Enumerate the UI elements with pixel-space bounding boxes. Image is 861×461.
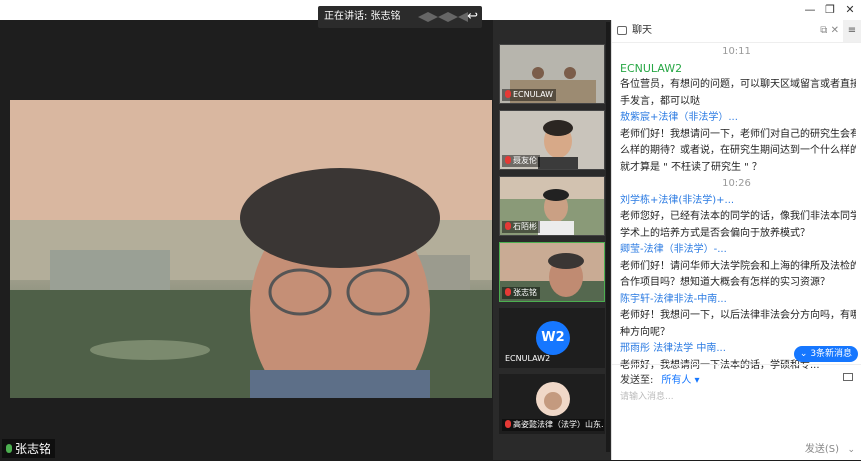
thumb-gao[interactable]: 高姿懿法律（法学）山东... [499, 374, 605, 434]
speaker-video [10, 100, 492, 398]
chat-message-text: 老师好！我想问一下，以后法律非法会分方向吗，有哪儿 [620, 310, 856, 321]
mic-icon [6, 444, 12, 453]
thumb-zhang[interactable]: 张志铭 [499, 242, 605, 302]
speaking-label: 正在讲话: 张志铭 [324, 11, 401, 22]
chat-sender[interactable]: 刘学栋+法律(非法学)+... [620, 193, 856, 209]
chat-sender: ECNULAW2 [620, 61, 683, 75]
thumb-ecnulaw2[interactable]: W2 ECNULAW2 [499, 308, 605, 368]
close-chat-icon[interactable]: ✕ [831, 25, 839, 36]
video-scene [10, 100, 492, 398]
close-button[interactable]: ✕ [840, 0, 860, 20]
chat-sender[interactable]: 敖紫宸+法律（非法学）... [620, 110, 856, 126]
send-to-label: 发送至: [620, 375, 654, 386]
participant-thumbnails: ECNULAW 聂友伦 石陌彬 张志铭 W2 ECNULAW2 高姿懿法律（法学… [493, 20, 611, 460]
thumbnail-scrollbar[interactable] [606, 22, 610, 452]
popout-icon[interactable]: ⧉ [820, 25, 827, 36]
chat-message-text: 合作项目吗？想知道大概会有怎样的实习资源？ [620, 277, 830, 288]
thumb-label: 张志铭 [513, 288, 537, 297]
chat-messages: 10:11 ECNULAW2 各位营员，有想问的问题，可以聊天区域留言或者直接举 手发… [612, 42, 861, 384]
chat-sender[interactable]: 陈宇轩-法律非法-中南... [620, 292, 856, 308]
chat-timestamp: 10:26 [722, 178, 751, 189]
image-icon[interactable] [843, 373, 853, 381]
chat-message-text: 老师们好！请问华师大法学院会和上海的律所及法检的 [620, 260, 856, 272]
send-options-dropdown[interactable]: ⌄ [847, 445, 855, 455]
chat-panel: 聊天 ⧉ ✕ ≡ 10:11 ECNULAW2 各位营员，有想问的问题，可以聊天区域… [611, 20, 861, 460]
chat-sender[interactable]: 卿莹-法律（非法学）-... [620, 242, 856, 258]
message-input[interactable]: 请输入消息... [620, 389, 674, 402]
chat-timestamp: 10:11 [722, 46, 751, 57]
send-button[interactable]: 发送(S) [805, 440, 839, 455]
main-video-area: 张志铭 [0, 20, 493, 460]
mic-muted-icon [505, 288, 511, 296]
thumb-shi[interactable]: 石陌彬 [499, 176, 605, 236]
new-messages-button[interactable]: ⌄ 3条新消息 [794, 346, 858, 362]
thumb-label: 聂友伦 [513, 156, 537, 165]
chat-message-text: 就才算是 " 不枉读了研究生 " ？ [620, 161, 762, 173]
chat-message-text: 学术上的培养方式是否会偏向于放养模式？ [620, 227, 810, 239]
restore-button[interactable]: ❐ [820, 0, 840, 20]
chat-message-text: 种方向呢？ [620, 326, 670, 338]
minimize-button[interactable]: — [800, 0, 820, 20]
thumb-ecnulaw[interactable]: ECNULAW [499, 44, 605, 104]
chat-message-text: 老师们好！我想请问一下，老师们对自己的研究生会有什 [620, 128, 856, 140]
thumb-label: 石陌彬 [513, 222, 537, 231]
thumb-label: 高姿懿法律（法学）山东... [513, 420, 605, 429]
thumb-nie[interactable]: 聂友伦 [499, 110, 605, 170]
chat-message-text: 各位营员，有想问的问题，可以聊天区域留言或者直接举 [620, 79, 856, 90]
chat-composer: 发送至: 所有人 ▾ 请输入消息... 发送(S) ⌄ [612, 364, 861, 461]
chat-header: 聊天 ⧉ ✕ ≡ [612, 20, 861, 43]
chat-icon [617, 26, 627, 35]
thumb-label: ECNULAW [513, 90, 554, 99]
chat-title: 聊天 [632, 25, 652, 36]
mic-muted-icon [505, 222, 511, 230]
thumb-label: ECNULAW2 [505, 354, 551, 363]
chat-message-text: 么样的期待？或者说，在研究生期间达到一个什么样的成 [620, 145, 856, 156]
mic-muted-icon [505, 90, 511, 98]
send-to: 发送至: 所有人 ▾ [620, 371, 700, 386]
avatar: W2 [536, 321, 570, 355]
chat-message-text: 手发言，都可以哒 [620, 95, 700, 107]
main-speaker-name: 张志铭 [2, 439, 56, 458]
exit-icon[interactable]: ↩ [467, 6, 478, 28]
menu-icon[interactable]: ≡ [843, 20, 861, 42]
mic-muted-icon [505, 156, 511, 164]
mic-muted-icon [505, 420, 511, 428]
send-to-select[interactable]: 所有人 ▾ [661, 375, 699, 386]
speaking-indicator: 正在讲话: 张志铭 ↩ [318, 6, 482, 28]
chat-message-text: 老师您好，已经有法本的同学的话，像我们非法本同学在 [620, 211, 856, 222]
audio-wave-icon [418, 12, 468, 22]
